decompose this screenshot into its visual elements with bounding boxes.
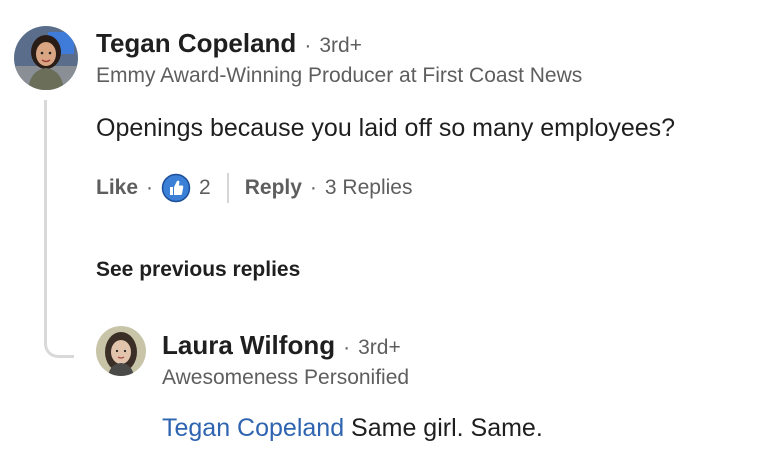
like-reaction-icon[interactable] bbox=[161, 173, 191, 203]
reply-button[interactable]: Reply bbox=[245, 176, 302, 200]
separator-dot: · bbox=[343, 336, 351, 359]
like-button[interactable]: Like bbox=[96, 176, 138, 200]
reply-text: Same girl. Same. bbox=[351, 414, 543, 442]
reply-author-headline: Awesomeness Personified bbox=[162, 366, 410, 389]
mention-link[interactable]: Tegan Copeland bbox=[162, 414, 344, 442]
reply-text-row: Tegan Copeland Same girl. Same. bbox=[162, 414, 543, 443]
comment-author-name[interactable]: Tegan Copeland bbox=[96, 28, 296, 59]
comment-header: Tegan Copeland · 3rd+ bbox=[96, 28, 362, 59]
comment-author-headline: Emmy Award-Winning Producer at First Coa… bbox=[96, 64, 583, 87]
reply-author-name[interactable]: Laura Wilfong bbox=[162, 330, 335, 361]
comment-text: Openings because you laid off so many em… bbox=[96, 114, 676, 142]
reply-connection-degree: 3rd+ bbox=[358, 336, 401, 359]
separator-dot: · bbox=[304, 34, 312, 57]
separator-dot: · bbox=[309, 176, 317, 199]
connection-degree: 3rd+ bbox=[319, 34, 362, 57]
comment-actions: Like · 2 Reply · 3 Replies bbox=[96, 172, 412, 204]
see-previous-replies-button[interactable]: See previous replies bbox=[96, 258, 300, 282]
tegan-avatar[interactable] bbox=[14, 26, 78, 90]
replies-count[interactable]: 3 Replies bbox=[325, 176, 413, 200]
reply-header: Laura Wilfong · 3rd+ bbox=[162, 330, 401, 361]
laura-avatar[interactable] bbox=[96, 326, 146, 376]
action-divider bbox=[226, 173, 229, 203]
reaction-count[interactable]: 2 bbox=[199, 176, 211, 200]
separator-dot: · bbox=[146, 176, 154, 199]
thread-connector-line bbox=[44, 100, 74, 358]
